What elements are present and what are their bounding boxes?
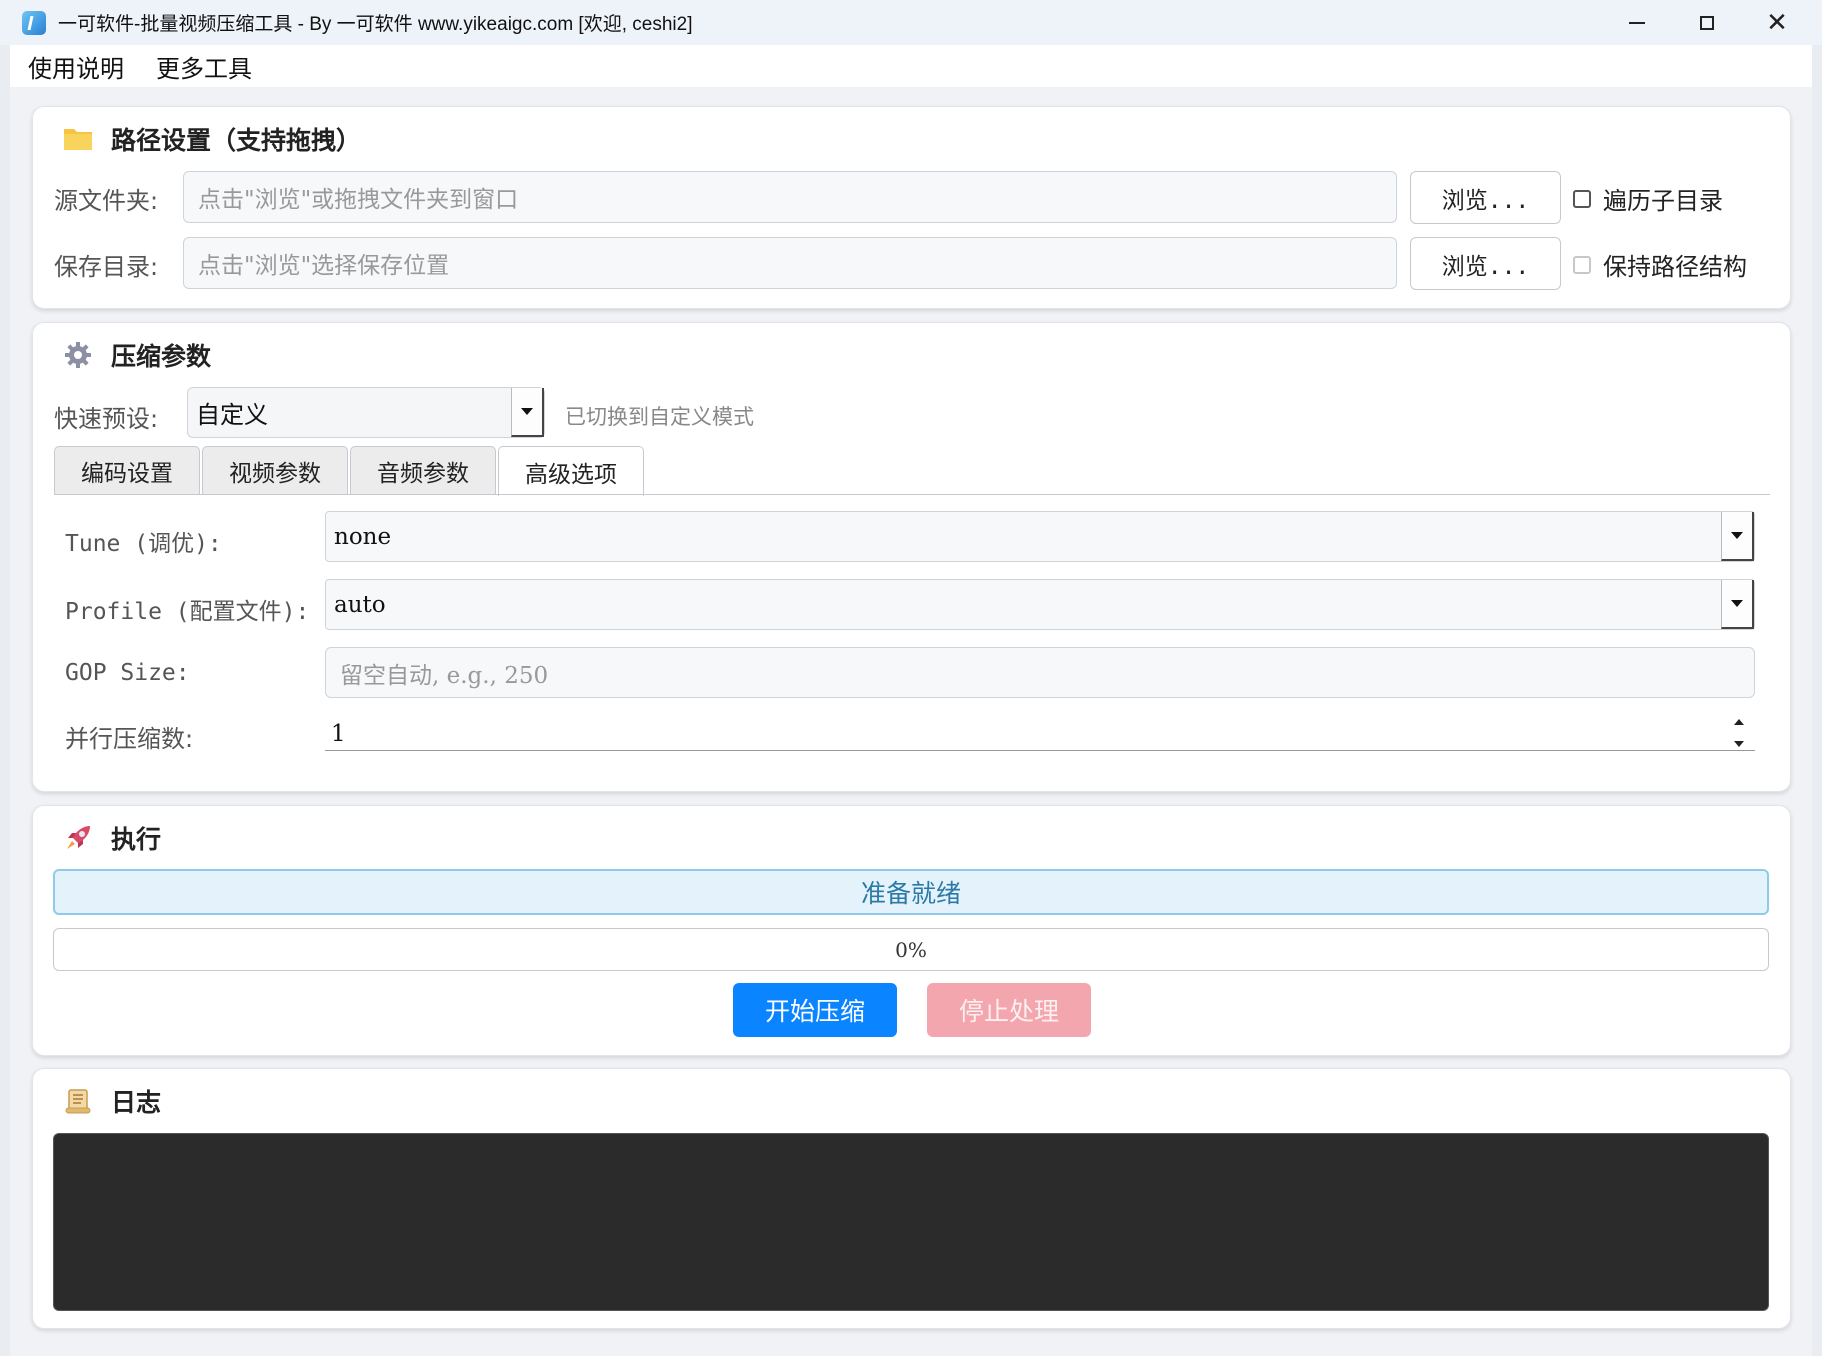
tab-divider (54, 494, 1770, 495)
parallel-label: 并行压缩数: (65, 725, 194, 753)
recurse-subdirs-label: 遍历子目录 (1603, 187, 1723, 215)
profile-dropdown-arrow[interactable] (1721, 580, 1754, 629)
preset-dropdown-arrow[interactable] (511, 388, 544, 437)
scroll-icon (63, 1086, 93, 1116)
execute-title-text: 执行 (111, 825, 162, 854)
status-text: 准备就绪 (860, 879, 961, 908)
close-button[interactable]: ✕ (1742, 0, 1812, 45)
menu-item-instructions[interactable]: 使用说明 (28, 49, 124, 84)
progress-bar: 0% (53, 928, 1769, 971)
maximize-icon (1700, 15, 1714, 30)
window-edge-right (1812, 45, 1822, 1356)
profile-select[interactable]: auto (325, 579, 1755, 630)
scroll-icon-svg (65, 1089, 91, 1114)
keep-structure-box[interactable] (1573, 255, 1591, 274)
gop-placeholder: 留空自动, e.g., 250 (340, 662, 549, 689)
parallel-stepper[interactable] (1725, 719, 1753, 747)
path-settings-title-text: 路径设置（支持拖拽） (111, 126, 362, 155)
preset-label: 快速预设: (54, 405, 159, 433)
preset-select[interactable]: 自定义 (187, 387, 545, 438)
save-dir-placeholder: 点击"浏览"选择保存位置 (198, 253, 450, 279)
compress-params-title: 压缩参数 (63, 337, 211, 373)
chevron-down-icon (521, 408, 533, 415)
log-output[interactable] (53, 1133, 1769, 1311)
minimize-icon (1629, 21, 1645, 24)
keep-structure-label: 保持路径结构 (1603, 253, 1747, 281)
app-icon (22, 10, 46, 35)
preset-hint: 已切换到自定义模式 (565, 405, 754, 429)
log-title: 日志 (63, 1083, 161, 1119)
progress-text: 0% (895, 937, 927, 962)
stepper-up-icon[interactable] (1734, 719, 1744, 725)
window-edge-left (0, 45, 10, 1356)
log-title-text: 日志 (111, 1088, 162, 1117)
tune-dropdown-arrow[interactable] (1721, 512, 1754, 561)
execute-title: 执行 (63, 820, 161, 856)
menu-item-more-tools[interactable]: 更多工具 (156, 49, 252, 84)
tab-audio[interactable]: 音频参数 (350, 446, 496, 494)
stop-process-button[interactable]: 停止处理 (927, 983, 1091, 1037)
save-dir-input[interactable]: 点击"浏览"选择保存位置 (183, 237, 1397, 289)
profile-label: Profile (配置文件): (65, 599, 310, 625)
recurse-subdirs-checkbox[interactable]: 遍历子目录 (1573, 181, 1723, 216)
window-title: 一可软件-批量视频压缩工具 - By 一可软件 www.yikeaigc.com… (58, 14, 693, 35)
source-folder-label: 源文件夹: (54, 187, 159, 215)
rocket-icon-svg (67, 826, 90, 849)
chevron-down-icon (1731, 532, 1743, 539)
tune-label: Tune (调优): (65, 531, 222, 557)
status-bar: 准备就绪 (53, 869, 1769, 915)
tune-select-value: none (334, 523, 392, 550)
save-dir-label: 保存目录: (54, 253, 159, 281)
tab-encoding[interactable]: 编码设置 (54, 446, 200, 494)
menu-bar: 使用说明 更多工具 (10, 45, 1812, 87)
profile-select-value: auto (334, 591, 386, 618)
path-settings-title: 路径设置（支持拖拽） (63, 121, 361, 157)
recurse-subdirs-box[interactable] (1573, 189, 1591, 208)
gop-input[interactable]: 留空自动, e.g., 250 (325, 647, 1755, 698)
rocket-icon (63, 823, 93, 853)
start-compress-button[interactable]: 开始压缩 (733, 983, 897, 1037)
preset-select-value: 自定义 (196, 401, 268, 429)
title-bar: 一可软件-批量视频压缩工具 - By 一可软件 www.yikeaigc.com… (0, 0, 1822, 45)
stepper-down-icon[interactable] (1734, 741, 1744, 747)
folder-icon (63, 124, 93, 154)
source-folder-input[interactable]: 点击"浏览"或拖拽文件夹到窗口 (183, 171, 1397, 223)
source-folder-placeholder: 点击"浏览"或拖拽文件夹到窗口 (198, 187, 519, 213)
parallel-value: 1 (331, 720, 346, 747)
parallel-spinbox[interactable]: 1 (325, 717, 1755, 751)
tab-advanced[interactable]: 高级选项 (498, 446, 644, 496)
minimize-button[interactable] (1602, 0, 1672, 45)
folder-icon-svg (64, 129, 92, 150)
gear-icon-svg (65, 342, 91, 368)
save-browse-button[interactable]: 浏览... (1410, 237, 1561, 290)
tab-video[interactable]: 视频参数 (202, 446, 348, 494)
gop-label: GOP Size: (65, 660, 190, 686)
gear-icon (63, 340, 93, 370)
maximize-button[interactable] (1672, 0, 1742, 45)
close-icon: ✕ (1766, 7, 1788, 38)
chevron-down-icon (1731, 600, 1743, 607)
tune-select[interactable]: none (325, 511, 1755, 562)
compress-params-title-text: 压缩参数 (111, 342, 212, 371)
source-browse-button[interactable]: 浏览... (1410, 171, 1561, 224)
keep-structure-checkbox[interactable]: 保持路径结构 (1573, 247, 1747, 282)
